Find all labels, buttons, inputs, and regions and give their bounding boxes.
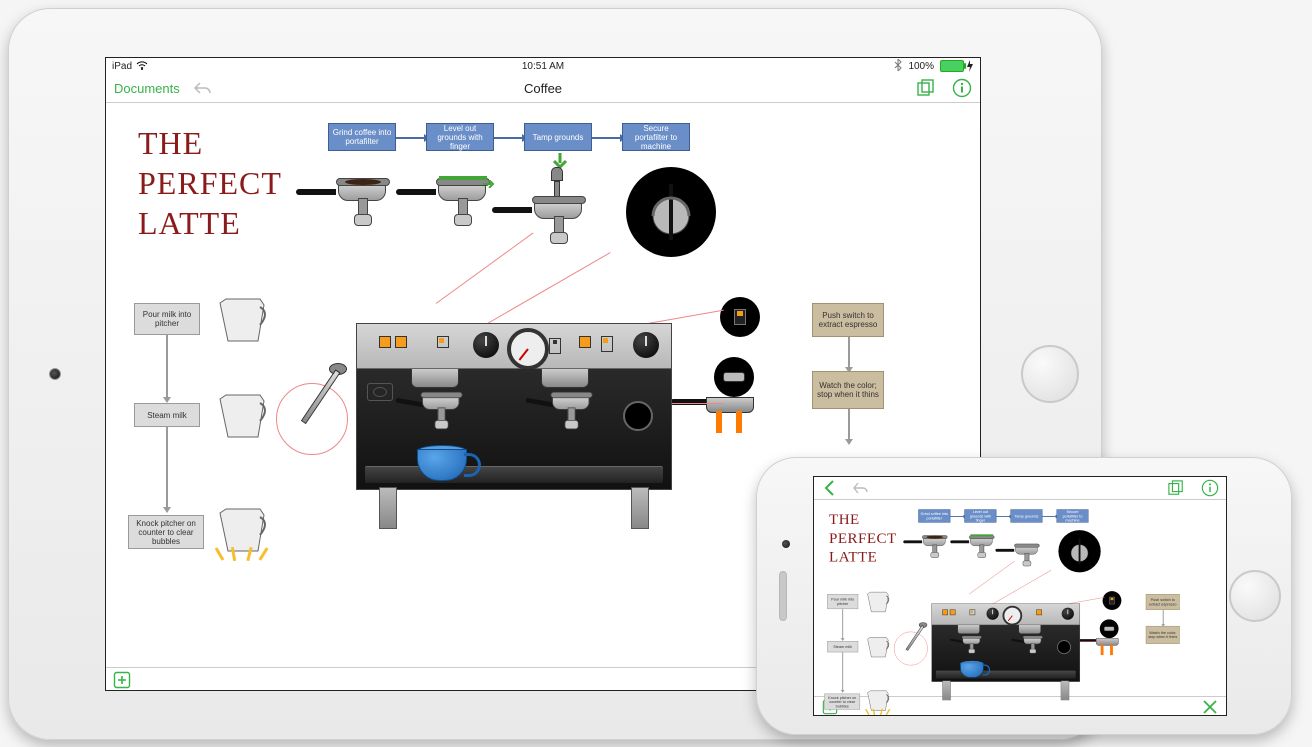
undo-button[interactable]: [194, 78, 214, 98]
impact-icon: [867, 709, 891, 716]
flow-step[interactable]: Level out grounds with finger: [964, 509, 996, 522]
info-button[interactable]: [1200, 478, 1220, 498]
grouphead: [411, 369, 457, 421]
iphone-device: THE PERFECT LATTE Grind coffee into port…: [756, 457, 1292, 735]
battery-percent: 100%: [908, 61, 934, 72]
portafilter-detail-circle[interactable]: [626, 167, 716, 257]
title-line: LATTE: [138, 203, 282, 243]
ipad-home-button[interactable]: [1021, 345, 1079, 403]
flow-step[interactable]: Tamp grounds: [524, 123, 592, 151]
milk-step: Pour milk into pitcher: [827, 594, 858, 609]
flow-arrow: [166, 427, 168, 507]
undo-button[interactable]: [852, 478, 872, 498]
diagram-title: THE PERFECT LATTE: [829, 509, 897, 565]
document-title: Coffee: [524, 81, 562, 96]
portafilter-level[interactable]: [438, 181, 486, 201]
switch-detail-circle[interactable]: [720, 297, 760, 337]
flow-step[interactable]: Secure portafilter to machine: [1057, 509, 1089, 522]
ipad-camera: [49, 368, 61, 380]
device-label: iPad: [112, 61, 132, 72]
espresso-machine: [932, 603, 1081, 681]
flow-step[interactable]: Grind coffee into portafilter: [918, 509, 950, 522]
milk-step: Knock pitcher on counter to clear bubble…: [824, 694, 860, 710]
flow-step[interactable]: Level out grounds with finger: [426, 123, 494, 151]
espresso-step: Watch the color; stop when it thins: [1146, 626, 1180, 644]
milk-step: Steam milk: [827, 641, 858, 652]
flow-arrow: [494, 137, 522, 139]
iphone-diagram-canvas[interactable]: THE PERFECT LATTE Grind coffee into port…: [814, 500, 1226, 696]
espresso-step[interactable]: Watch the color; stop when it thins: [812, 371, 884, 409]
milk-step[interactable]: Pour milk into pitcher: [134, 303, 200, 335]
pitcher-steam[interactable]: [216, 393, 268, 439]
grouphead: [541, 369, 587, 421]
portafilter-grind[interactable]: [338, 181, 386, 201]
milk-step[interactable]: Knock pitcher on counter to clear bubble…: [128, 515, 204, 549]
app-toolbar: Documents Coffee: [106, 74, 980, 103]
portafilter-tamp: [1015, 545, 1038, 554]
bluetooth-icon: [894, 59, 902, 74]
portafilter-spouts-detail[interactable]: [714, 357, 754, 397]
callout-line: [436, 233, 534, 304]
clock: 10:51 AM: [522, 61, 564, 72]
espresso-step: Push switch to extract espresso: [1146, 594, 1180, 610]
steam-wand: [317, 363, 359, 443]
diagram-title: THE PERFECT LATTE: [138, 123, 282, 243]
portafilter-grind: [923, 537, 946, 546]
back-button[interactable]: [820, 478, 840, 498]
flow-step[interactable]: Grind coffee into portafilter: [328, 123, 396, 151]
milk-step[interactable]: Steam milk: [134, 403, 200, 427]
switch-detail-circle: [1103, 591, 1122, 610]
iphone-camera: [782, 540, 790, 548]
flow-step[interactable]: Secure portafilter to machine: [622, 123, 690, 151]
iphone-toolbar: [814, 477, 1226, 500]
flow-step[interactable]: Tamp grounds: [1010, 509, 1042, 522]
portafilter-tamp[interactable]: [534, 199, 582, 219]
espresso-machine[interactable]: [356, 323, 672, 490]
pitcher-illustration: [866, 636, 890, 658]
documents-back-button[interactable]: Documents: [114, 81, 180, 96]
canvases-button[interactable]: [1166, 478, 1186, 498]
info-button[interactable]: [952, 78, 972, 98]
espresso-step[interactable]: Push switch to extract espresso: [812, 303, 884, 337]
flow-arrow: [848, 337, 850, 367]
wifi-icon: [136, 60, 148, 73]
flow-arrow: [166, 335, 168, 397]
status-bar: iPad 10:51 AM 100%: [106, 58, 980, 74]
canvases-button[interactable]: [916, 78, 936, 98]
pitcher-illustration: [866, 591, 890, 613]
title-line: PERFECT: [138, 163, 282, 203]
add-shape-button[interactable]: [112, 670, 132, 690]
coffee-cup: [417, 449, 473, 485]
flow-arrow: [848, 409, 850, 439]
battery-icon: [940, 60, 974, 72]
portafilter-level: [970, 537, 993, 546]
flow-arrow: [592, 137, 620, 139]
iphone-screen: THE PERFECT LATTE Grind coffee into port…: [813, 476, 1227, 716]
flow-arrow: [396, 137, 424, 139]
portafilter-detail-circle: [1058, 530, 1100, 572]
title-line: THE: [138, 123, 282, 163]
portafilter-spouts-detail: [1100, 619, 1119, 638]
iphone-home-button[interactable]: [1229, 570, 1281, 622]
pitcher-illustration[interactable]: [216, 297, 268, 343]
impact-icon: [218, 547, 268, 577]
iphone-speaker: [779, 571, 787, 621]
